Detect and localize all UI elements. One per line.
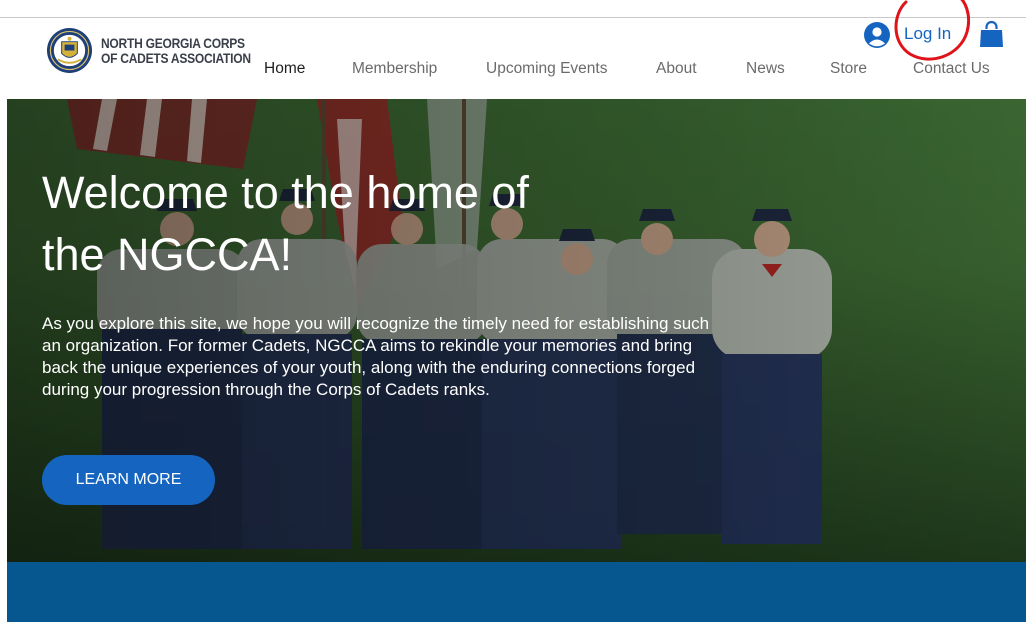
hero-title: Welcome to the home of the NGCCA! bbox=[42, 162, 742, 286]
nav-upcoming-events[interactable]: Upcoming Events bbox=[486, 60, 607, 78]
shopping-bag-icon[interactable] bbox=[979, 20, 1004, 48]
hero-description: As you explore this site, we hope you wi… bbox=[42, 314, 710, 399]
hero-title-line-2: the NGCCA! bbox=[42, 229, 293, 280]
hero-title-line-1: Welcome to the home of bbox=[42, 167, 529, 218]
blue-section-band bbox=[7, 562, 1026, 622]
nav-about[interactable]: About bbox=[656, 60, 697, 78]
user-avatar-icon[interactable] bbox=[864, 22, 890, 48]
annotation-circle bbox=[894, 0, 970, 61]
learn-more-button[interactable]: LEARN MORE bbox=[42, 455, 215, 505]
brand-line-2: OF CADETS ASSOCIATION bbox=[101, 50, 251, 66]
brand-name[interactable]: NORTH GEORGIA CORPS OF CADETS ASSOCIATIO… bbox=[101, 35, 251, 66]
nav-membership[interactable]: Membership bbox=[352, 60, 437, 78]
nav-news[interactable]: News bbox=[746, 60, 785, 78]
nav-store[interactable]: Store bbox=[830, 60, 867, 78]
nav-home[interactable]: Home bbox=[264, 60, 305, 78]
brand-line-1: NORTH GEORGIA CORPS bbox=[101, 35, 245, 51]
seal-logo-icon[interactable] bbox=[46, 27, 93, 74]
